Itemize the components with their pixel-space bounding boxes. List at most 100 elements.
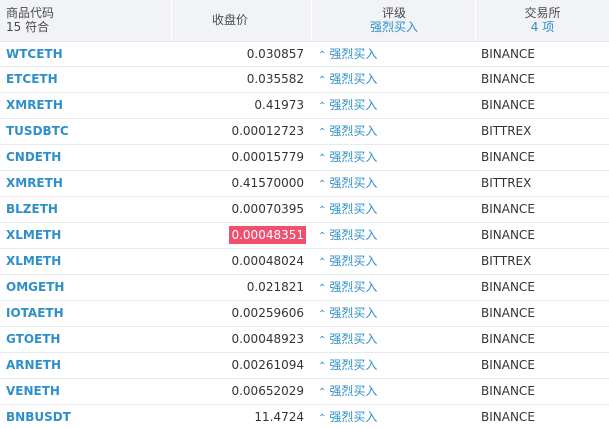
symbol-link[interactable]: GTOETH (6, 327, 166, 352)
close-price-cell: 0.00048923 (172, 327, 306, 352)
double-chevron-up-icon: ⌃ (318, 153, 327, 164)
symbol-link[interactable]: IOTAETH (6, 301, 166, 326)
double-chevron-up-icon: ⌃ (318, 309, 327, 320)
close-price-cell: 0.41570000 (172, 171, 306, 196)
table-row[interactable]: BNBUSDT 11.4724 ⌃ 强烈买入 BINANCE (0, 405, 609, 429)
close-price-cell: 0.00048024 (172, 249, 306, 274)
rating-label: 强烈买入 (329, 124, 378, 138)
rating-cell: ⌃ 强烈买入 (318, 301, 468, 326)
close-price: 0.00070395 (231, 202, 304, 216)
close-price-cell: 0.41973 (172, 93, 306, 118)
double-chevron-up-icon: ⌃ (318, 50, 327, 61)
close-price: 0.00652029 (231, 384, 304, 398)
rating-cell: ⌃ 强烈买入 (318, 327, 468, 352)
close-price-cell: 0.00048351 (172, 223, 306, 248)
table-row[interactable]: CNDETH 0.00015779 ⌃ 强烈买入 BINANCE (0, 145, 609, 171)
close-price: 0.00012723 (231, 124, 304, 138)
rating-cell: ⌃ 强烈买入 (318, 171, 468, 196)
exchange-cell: BINANCE (481, 306, 535, 320)
table-row[interactable]: WTCETH 0.030857 ⌃ 强烈买入 BINANCE (0, 41, 609, 67)
rating-cell: ⌃ 强烈买入 (318, 197, 468, 222)
close-price-cell: 0.030857 (172, 42, 306, 67)
symbol-link[interactable]: VENETH (6, 379, 166, 404)
close-price-cell: 0.00070395 (172, 197, 306, 222)
exchange-cell: BINANCE (481, 72, 535, 86)
double-chevron-up-icon: ⌃ (318, 283, 327, 294)
table-body: WTCETH 0.030857 ⌃ 强烈买入 BINANCE ETCETH 0.0… (0, 41, 609, 429)
close-price: 0.021821 (246, 280, 304, 294)
table-row[interactable]: TUSDBTC 0.00012723 ⌃ 强烈买入 BITTREX (0, 119, 609, 145)
double-chevron-up-icon: ⌃ (318, 335, 327, 346)
table-row[interactable]: IOTAETH 0.00259606 ⌃ 强烈买入 BINANCE (0, 301, 609, 327)
rating-label: 强烈买入 (329, 384, 378, 398)
table-row[interactable]: GTOETH 0.00048923 ⌃ 强烈买入 BINANCE (0, 327, 609, 353)
column-header-close[interactable]: 收盘价 (172, 0, 312, 42)
exchange-cell: BITTREX (481, 124, 532, 138)
rating-cell: ⌃ 强烈买入 (318, 67, 468, 92)
symbol-link[interactable]: BNBUSDT (6, 405, 166, 429)
rating-cell: ⌃ 强烈买入 (318, 223, 468, 248)
symbol-link[interactable]: BLZETH (6, 197, 166, 222)
symbol-link[interactable]: WTCETH (6, 42, 166, 67)
table-row[interactable]: ETCETH 0.035582 ⌃ 强烈买入 BINANCE (0, 67, 609, 93)
table-row[interactable]: XLMETH 0.00048351 ⌃ 强烈买入 BINANCE (0, 223, 609, 249)
table-row[interactable]: ARNETH 0.00261094 ⌃ 强烈买入 BINANCE (0, 353, 609, 379)
rating-label: 强烈买入 (329, 228, 378, 242)
close-price-cell: 11.4724 (172, 405, 306, 429)
close-price-cell: 0.035582 (172, 67, 306, 92)
table-row[interactable]: VENETH 0.00652029 ⌃ 强烈买入 BINANCE (0, 379, 609, 405)
symbol-link[interactable]: ARNETH (6, 353, 166, 378)
symbol-link[interactable]: XLMETH (6, 249, 166, 274)
exchange-filter-count[interactable]: 4 项 (476, 18, 609, 35)
table-header: 商品代码 15 符合 收盘价 评级 强烈买入 交易所 4 项 (0, 0, 609, 42)
symbol-link[interactable]: TUSDBTC (6, 119, 166, 144)
table-row[interactable]: XLMETH 0.00048024 ⌃ 强烈买入 BITTREX (0, 249, 609, 275)
rating-cell: ⌃ 强烈买入 (318, 379, 468, 404)
rating-cell: ⌃ 强烈买入 (318, 405, 468, 429)
exchange-cell: BINANCE (481, 358, 535, 372)
exchange-cell: BINANCE (481, 384, 535, 398)
column-header-exchange[interactable]: 交易所 4 项 (476, 0, 609, 42)
symbol-link[interactable]: CNDETH (6, 145, 166, 170)
close-price: 0.00259606 (231, 306, 304, 320)
exchange-cell: BITTREX (481, 176, 532, 190)
rating-filter-value[interactable]: 强烈买入 (312, 18, 476, 35)
rating-cell: ⌃ 强烈买入 (318, 119, 468, 144)
table-row[interactable]: XMRETH 0.41973 ⌃ 强烈买入 BINANCE (0, 93, 609, 119)
symbol-link[interactable]: XLMETH (6, 223, 166, 248)
double-chevron-up-icon: ⌃ (318, 257, 327, 268)
close-price: 0.035582 (246, 72, 304, 86)
double-chevron-up-icon: ⌃ (318, 413, 327, 424)
symbol-link[interactable]: XMRETH (6, 171, 166, 196)
double-chevron-up-icon: ⌃ (318, 231, 327, 242)
rating-label: 强烈买入 (329, 98, 378, 112)
double-chevron-up-icon: ⌃ (318, 179, 327, 190)
exchange-cell: BINANCE (481, 202, 535, 216)
exchange-cell: BINANCE (481, 150, 535, 164)
exchange-cell: BINANCE (481, 228, 535, 242)
double-chevron-up-icon: ⌃ (318, 205, 327, 216)
symbol-link[interactable]: ETCETH (6, 67, 166, 92)
table-row[interactable]: XMRETH 0.41570000 ⌃ 强烈买入 BITTREX (0, 171, 609, 197)
rating-label: 强烈买入 (329, 254, 378, 268)
exchange-cell: BINANCE (481, 47, 535, 61)
table-row[interactable]: OMGETH 0.021821 ⌃ 强烈买入 BINANCE (0, 275, 609, 301)
symbol-link[interactable]: OMGETH (6, 275, 166, 300)
close-price: 0.00015779 (231, 150, 304, 164)
rating-cell: ⌃ 强烈买入 (318, 249, 468, 274)
close-column-title: 收盘价 (212, 13, 249, 27)
rating-label: 强烈买入 (329, 358, 378, 372)
match-count: 15 符合 (6, 20, 50, 34)
symbol-link[interactable]: XMRETH (6, 93, 166, 118)
exchange-cell: BINANCE (481, 410, 535, 424)
close-price: 0.00048024 (231, 254, 304, 268)
column-header-symbol[interactable]: 商品代码 15 符合 (0, 0, 172, 42)
close-price-cell: 0.00012723 (172, 119, 306, 144)
table-row[interactable]: BLZETH 0.00070395 ⌃ 强烈买入 BINANCE (0, 197, 609, 223)
column-header-rating[interactable]: 评级 强烈买入 (312, 0, 476, 42)
close-price-cell: 0.00652029 (172, 379, 306, 404)
rating-cell: ⌃ 强烈买入 (318, 93, 468, 118)
close-price: 0.00048351 (229, 226, 306, 244)
rating-label: 强烈买入 (329, 72, 378, 86)
close-price: 0.41973 (254, 98, 304, 112)
